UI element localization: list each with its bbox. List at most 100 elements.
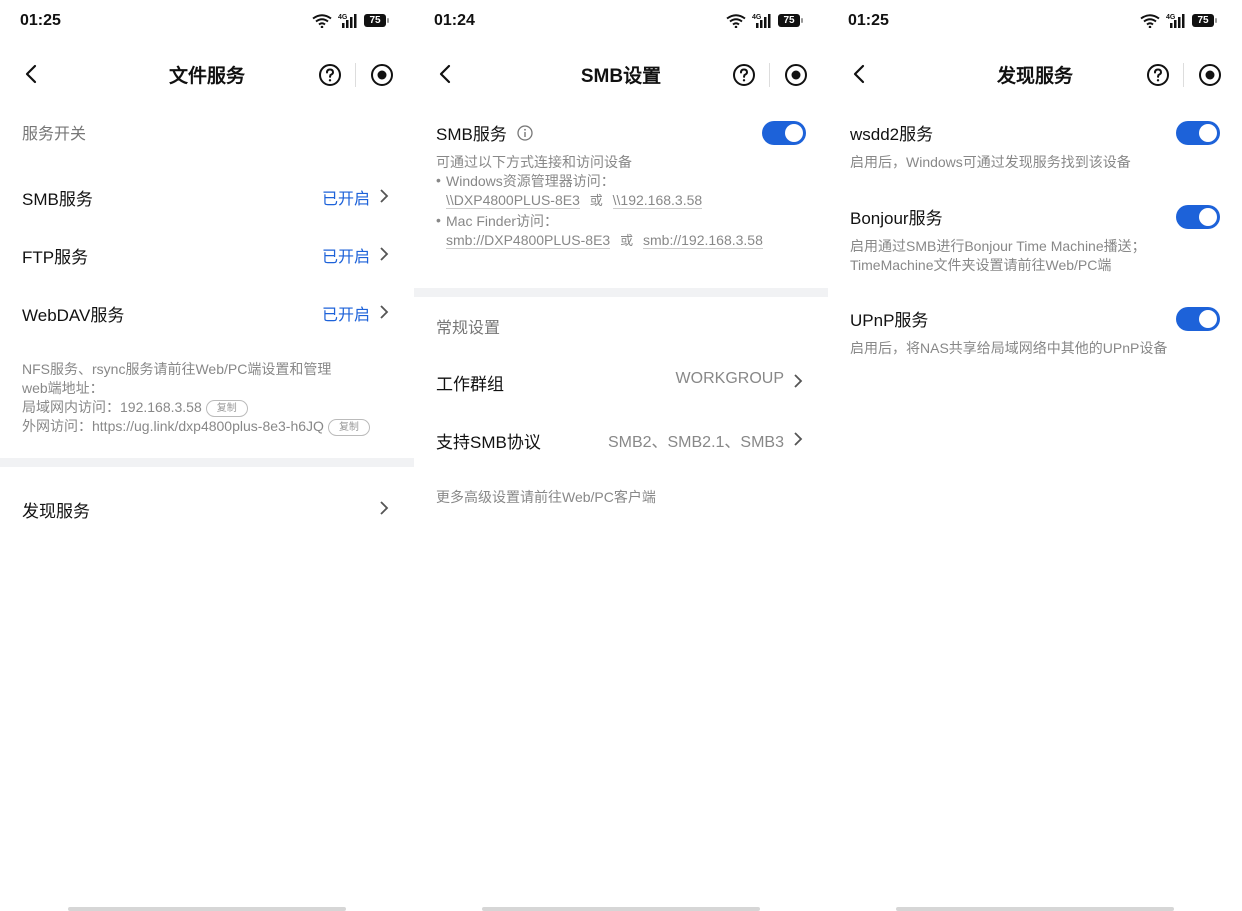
discovery-item-wsdd2: wsdd2服务 启用后，Windows可通过发现服务找到该设备 [828,102,1242,186]
row-value: WORKGROUP [675,370,784,387]
section-label-general: 常规设置 [436,320,501,337]
row-label: 发现服务 [22,502,90,521]
chevron-right-icon [794,432,803,446]
or-label: 或 [620,233,634,248]
svg-text:4G: 4G [338,14,348,21]
lan-access-value: 192.168.3.58 [120,399,202,415]
svg-text:4G: 4G [752,14,762,21]
row-smb-service[interactable]: SMB服务 已开启 [0,167,414,225]
or-label: 或 [589,193,603,208]
discovery-item-title: wsdd2服务 [850,125,934,144]
help-circle-icon[interactable] [732,63,756,87]
mac-access: • Mac Finder访问： smb://DXP4800PLUS-8E3 或 … [436,212,806,250]
status-time: 01:25 [20,12,61,29]
page-title: SMB设置 [580,66,662,87]
section-label-service-switch: 服务开关 [22,126,87,143]
smb-service-header: SMB服务 [436,120,806,145]
record-icon[interactable] [784,63,808,87]
record-icon[interactable] [370,63,394,87]
more-settings-note: 更多高级设置请前往Web/PC客户端 [436,489,656,505]
row-ftp-service[interactable]: FTP服务 已开启 [0,225,414,283]
smb-service-block: SMB服务 可通过以下方式连接和访问设备 • Windows资源管理器访问： \… [414,102,828,288]
lan-access-line: 局域网内访问：192.168.3.58 复制 [22,398,392,417]
windows-path-hostname[interactable]: \\DXP4800PLUS-8E3 [446,192,580,209]
status-bar: 01:25 4G 75 [0,0,414,44]
home-indicator [68,907,346,911]
page-title: 文件服务 [168,66,245,87]
record-icon[interactable] [1198,63,1222,87]
row-label: 工作群组 [436,375,504,394]
nav-divider [1183,63,1184,87]
row-label: 支持SMB协议 [436,433,541,452]
wsdd2-toggle[interactable] [1176,121,1220,145]
chevron-right-icon [380,189,389,203]
mac-paths: smb://DXP4800PLUS-8E3 或 smb://192.168.3.… [446,231,806,250]
status-icons: 4G 75 [726,13,803,28]
status-icons: 4G 75 [312,13,389,28]
section-divider [0,458,414,467]
status-bar: 01:24 4G 75 [414,0,828,44]
discovery-item-desc: 启用后，Windows可通过发现服务找到该设备 [850,154,1131,170]
copy-lan-button[interactable]: 复制 [205,399,248,417]
chevron-right-icon [380,501,389,515]
chevron-right-icon [380,247,389,261]
wan-access-line: 外网访问：https://ug.link/dxp4800plus-8e3-h6J… [22,417,392,436]
windows-access: • Windows资源管理器访问： \\DXP4800PLUS-8E3 或 \\… [436,172,806,210]
wan-access-value: https://ug.link/dxp4800plus-8e3-h6JQ [92,418,324,434]
nav-divider [769,63,770,87]
row-discovery-service[interactable]: 发现服务 [0,479,414,537]
discovery-item-title: Bonjour服务 [850,209,943,228]
status-icons: 4G 75 [1140,13,1217,28]
row-status: 已开启 [321,249,370,266]
lan-access-label: 局域网内访问： [22,399,120,415]
smb-desc: 可通过以下方式连接和访问设备 [436,154,632,170]
help-circle-icon[interactable] [318,63,342,87]
note-line: web端地址： [22,380,104,396]
web-access-note: NFS服务、rsync服务请前往Web/PC端设置和管理 web端地址： 局域网… [0,341,414,436]
signal-4g-icon: 4G [338,14,357,28]
chevron-right-icon [380,305,389,319]
status-time: 01:24 [434,12,475,29]
row-webdav-service[interactable]: WebDAV服务 已开启 [0,283,414,341]
battery-icon: 75 [1192,14,1217,27]
mac-path-hostname[interactable]: smb://DXP4800PLUS-8E3 [446,232,611,249]
wifi-icon [1140,13,1160,28]
windows-paths: \\DXP4800PLUS-8E3 或 \\192.168.3.58 [446,191,806,210]
row-smb-protocol[interactable]: 支持SMB协议 SMB2、SMB2.1、SMB3 [414,410,828,468]
page-title: 发现服务 [996,66,1073,87]
smb-service-toggle[interactable] [762,121,806,145]
mac-label: Mac Finder访问： [446,213,559,229]
discovery-item-title: UPnP服务 [850,311,929,330]
discovery-item-desc: 启用通过SMB进行Bonjour Time Machine播送； TimeMac… [850,237,1220,275]
copy-wan-button[interactable]: 复制 [327,418,370,436]
row-status: 已开启 [321,307,370,324]
signal-4g-icon: 4G [752,14,771,28]
home-indicator [482,907,760,911]
row-value: SMB2、SMB2.1、SMB3 [607,434,784,451]
mac-path-ip[interactable]: smb://192.168.3.58 [643,232,763,249]
windows-path-ip[interactable]: \\192.168.3.58 [612,192,703,209]
note-line: NFS服务、rsync服务请前往Web/PC端设置和管理 [22,361,332,377]
row-label: SMB服务 [22,190,93,209]
svg-text:4G: 4G [1166,14,1176,21]
desc-line: TimeMachine文件夹设置请前往Web/PC端 [850,257,1112,273]
row-label: WebDAV服务 [22,306,125,325]
bullet: • [436,172,441,188]
signal-4g-icon: 4G [1166,14,1185,28]
chevron-right-icon [794,374,803,388]
discovery-item-bonjour: Bonjour服务 启用通过SMB进行Bonjour Time Machine播… [828,204,1242,288]
screens: 01:25 4G 75 文件服务 服务开关 SMB服务 已开启 FTP服务 已开… [0,0,1242,911]
upnp-toggle[interactable] [1176,307,1220,331]
info-icon[interactable] [517,124,533,141]
nav-bar: SMB设置 [414,44,828,102]
row-workgroup[interactable]: 工作群组 WORKGROUP [414,352,828,410]
discovery-item-upnp: UPnP服务 启用后，将NAS共享给局域网络中其他的UPnP设备 [828,306,1242,366]
smb-settings-screen: 01:24 4G 75 SMB设置 SMB服务 可通过以下方式连接和访问设备 •… [414,0,828,911]
help-circle-icon[interactable] [1146,63,1170,87]
nav-bar: 发现服务 [828,44,1242,102]
row-status: 已开启 [321,191,370,208]
bonjour-toggle[interactable] [1176,205,1220,229]
wifi-icon [726,13,746,28]
smb-service-label: SMB服务 [436,125,507,144]
discovery-services-screen: 01:25 4G 75 发现服务 wsdd2服务 启用后，Windows可通过发… [828,0,1242,911]
